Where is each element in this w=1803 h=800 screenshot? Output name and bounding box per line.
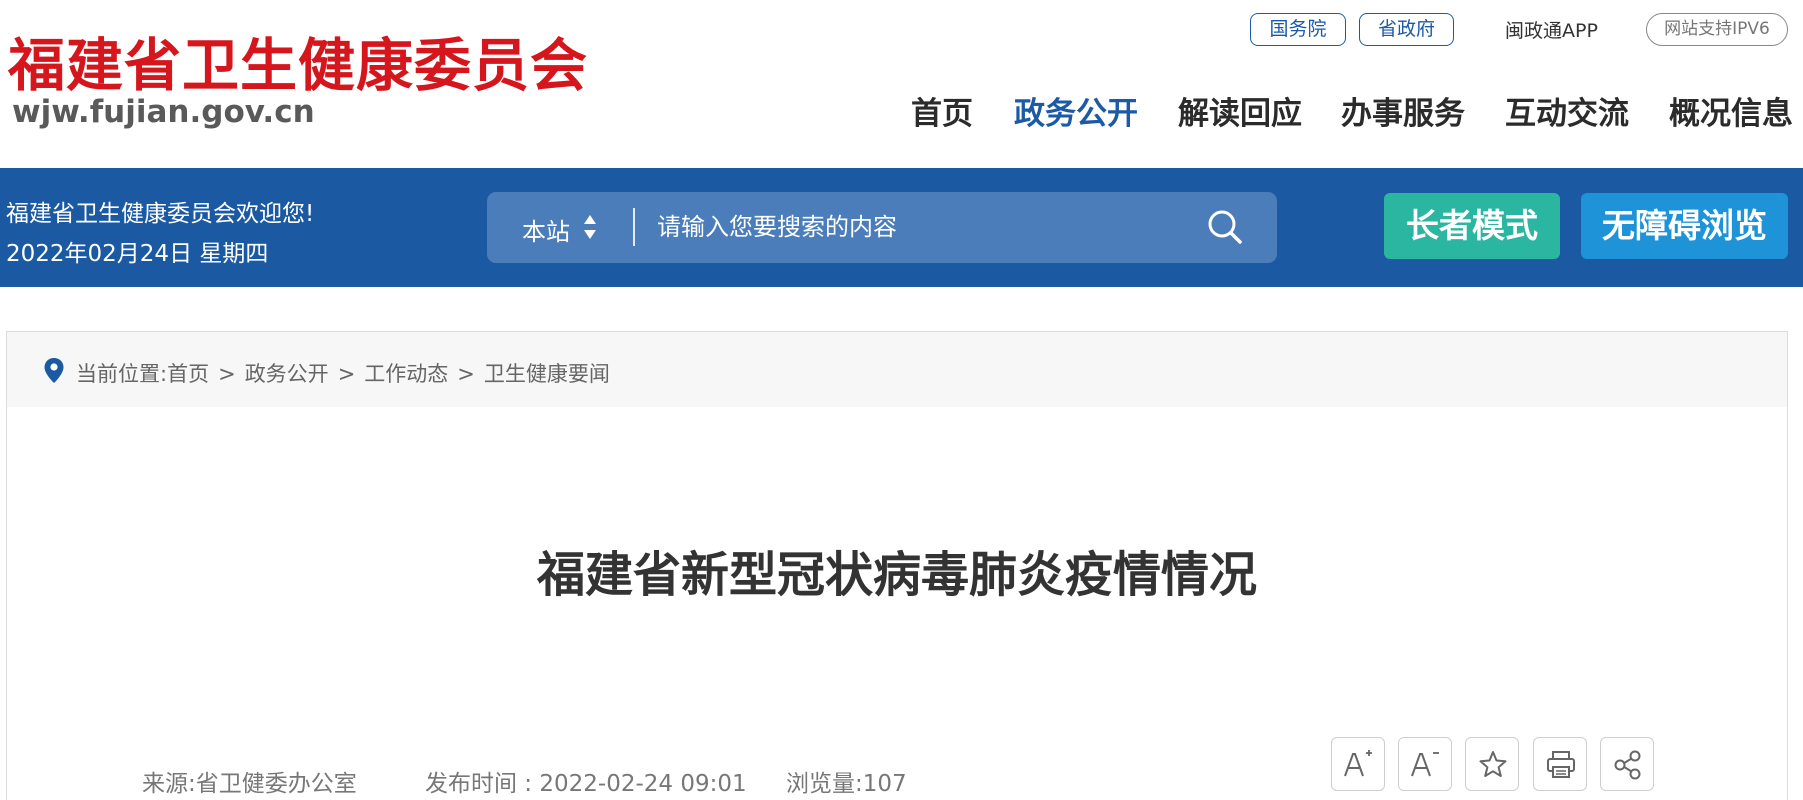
sort-arrows-icon[interactable]	[583, 212, 597, 242]
breadcrumb-separator: >	[337, 362, 356, 386]
location-pin-icon	[44, 358, 64, 383]
site-header: 福建省卫生健康委员会 wjw.fujian.gov.cn 国务院 省政府 闽政通…	[0, 0, 1803, 168]
article-publish-time: 发布时间 : 2022-02-24 09:01	[425, 771, 747, 797]
nav-interaction[interactable]: 互动交流	[1505, 88, 1629, 133]
elder-mode-button[interactable]: 长者模式	[1384, 193, 1560, 259]
font-increase-button[interactable]	[1331, 737, 1385, 791]
article-source: 来源:省卫健委办公室	[142, 771, 357, 797]
state-council-link[interactable]: 国务院	[1250, 13, 1346, 46]
nav-overview[interactable]: 概况信息	[1669, 88, 1793, 133]
article-views: 浏览量:107	[786, 771, 907, 797]
a-plus-icon	[1344, 750, 1372, 777]
current-date: 2022年02月24日 星期四	[6, 241, 269, 267]
breadcrumb-separator: >	[218, 362, 236, 386]
search-box: 本站	[487, 192, 1277, 263]
share-button[interactable]	[1600, 737, 1654, 791]
search-divider	[633, 208, 635, 246]
print-icon	[1547, 751, 1575, 778]
nav-services[interactable]: 办事服务	[1341, 88, 1465, 133]
search-scope-select[interactable]: 本站	[522, 212, 570, 247]
welcome-bar: 福建省卫生健康委员会欢迎您! 2022年02月24日 星期四 本站 长者模式 无…	[0, 168, 1803, 287]
favorite-button[interactable]	[1465, 737, 1519, 791]
article-card: 当前位置:首页 > 政务公开 > 工作动态 > 卫生健康要闻 福建省新型冠状病毒肺炎疫情情况…	[6, 331, 1788, 800]
breadcrumb-health-news[interactable]: 卫生健康要闻	[484, 362, 610, 386]
welcome-text: 福建省卫生健康委员会欢迎您!	[6, 201, 315, 227]
nav-home[interactable]: 首页	[911, 88, 973, 133]
breadcrumb: 当前位置:首页 > 政务公开 > 工作动态 > 卫生健康要闻	[76, 358, 610, 388]
ipv6-badge: 网站支持IPV6	[1646, 13, 1788, 46]
search-input[interactable]	[657, 205, 1117, 249]
nav-interpretation[interactable]: 解读回应	[1178, 88, 1302, 133]
site-logo[interactable]: 福建省卫生健康委员会	[8, 20, 588, 102]
breadcrumb-prefix: 当前位置:	[76, 362, 168, 386]
accessibility-button[interactable]: 无障碍浏览	[1581, 193, 1788, 259]
breadcrumb-home[interactable]: 首页	[167, 362, 209, 386]
breadcrumb-bar: 当前位置:首页 > 政务公开 > 工作动态 > 卫生健康要闻	[7, 332, 1787, 407]
print-button[interactable]	[1533, 737, 1587, 791]
share-icon	[1614, 750, 1641, 780]
provincial-gov-link[interactable]: 省政府	[1359, 13, 1454, 46]
breadcrumb-work-news[interactable]: 工作动态	[364, 362, 448, 386]
site-domain[interactable]: wjw.fujian.gov.cn	[12, 94, 315, 130]
nav-gov-affairs[interactable]: 政务公开	[1014, 88, 1138, 133]
breadcrumb-gov-affairs[interactable]: 政务公开	[245, 362, 329, 386]
font-decrease-button[interactable]	[1398, 737, 1452, 791]
a-minus-icon	[1411, 752, 1439, 777]
search-icon[interactable]	[1207, 209, 1243, 245]
breadcrumb-separator: >	[457, 362, 475, 386]
star-icon	[1479, 751, 1507, 777]
article-title: 福建省新型冠状病毒肺炎疫情情况	[536, 547, 1257, 603]
mzt-app-link[interactable]: 闽政通APP	[1505, 16, 1598, 43]
